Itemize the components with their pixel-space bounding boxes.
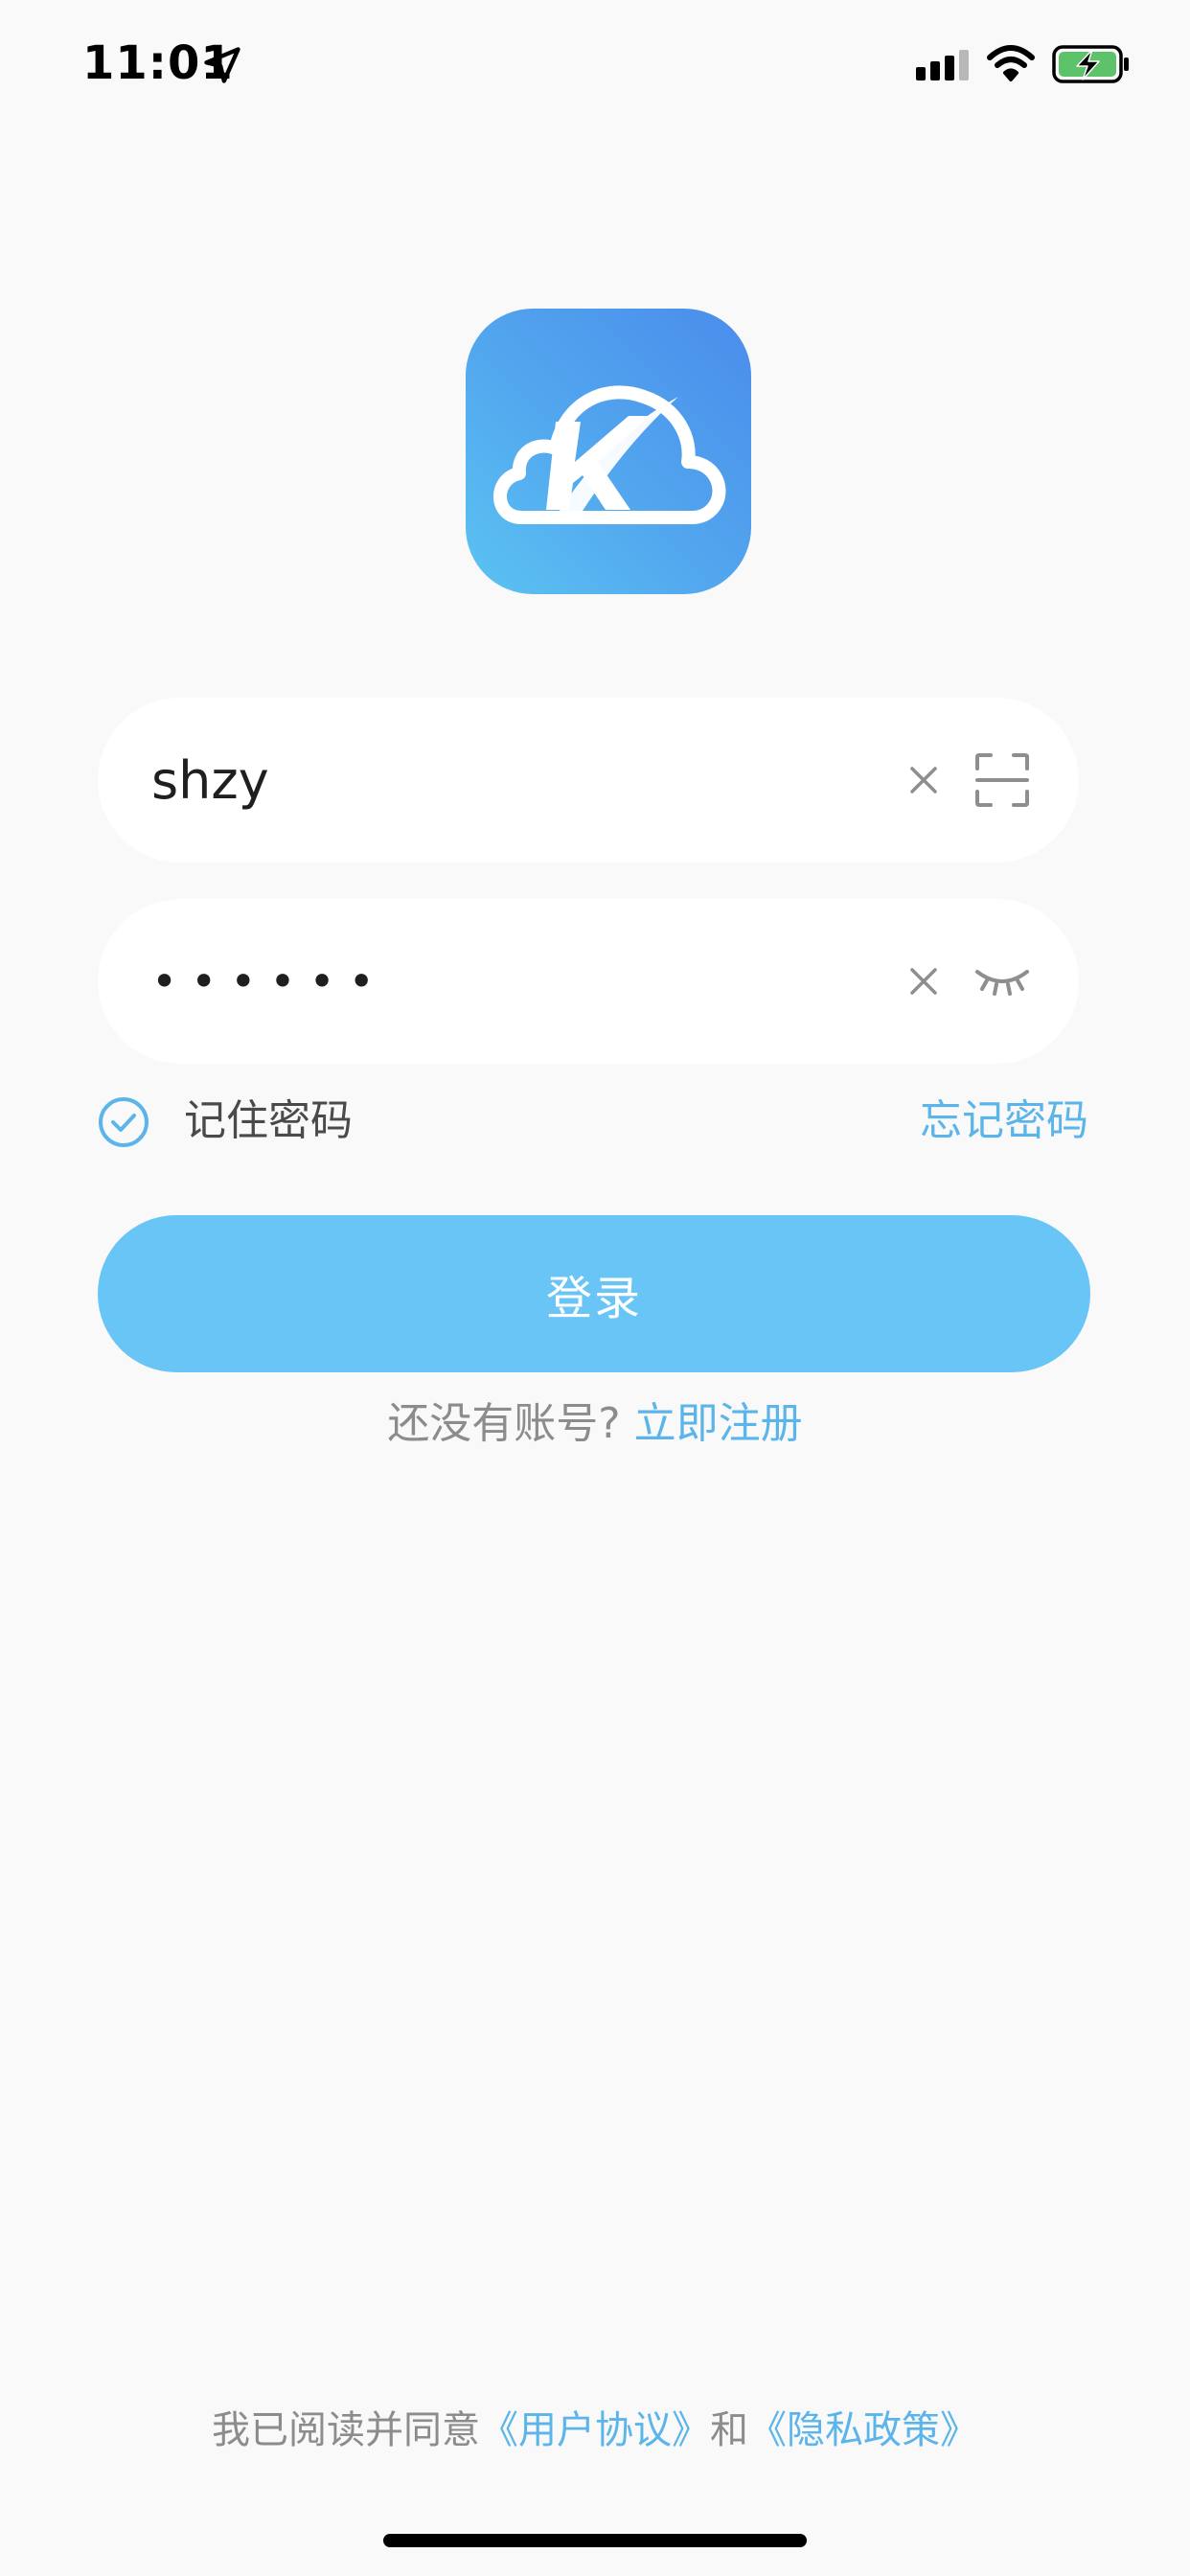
username-field-container <box>98 698 1079 862</box>
app-logo <box>466 309 751 594</box>
password-field-container <box>98 899 1079 1064</box>
clear-username-icon[interactable] <box>901 757 947 803</box>
home-indicator[interactable] <box>383 2534 807 2547</box>
agreement-text: 我已阅读并同意《用户协议》和《隐私政策》 <box>0 2404 1190 2457</box>
location-arrow-icon <box>204 47 240 83</box>
battery-charging-icon <box>1052 45 1129 83</box>
wifi-icon <box>987 45 1035 81</box>
agreement-conjunction: 和 <box>710 2408 748 2452</box>
user-agreement-link[interactable]: 《用户协议》 <box>480 2408 710 2452</box>
cloud-k-logo-icon <box>493 385 726 524</box>
scan-icon[interactable] <box>973 751 1031 809</box>
forgot-password-link[interactable]: 忘记密码 <box>920 1092 1088 1150</box>
login-button[interactable]: 登录 <box>98 1215 1090 1372</box>
register-prompt: 还没有账号? <box>387 1399 621 1448</box>
agreement-prefix: 我已阅读并同意 <box>212 2408 480 2452</box>
status-bar: 11:01 <box>0 0 1190 125</box>
username-input[interactable] <box>151 698 899 862</box>
remember-password-label[interactable]: 记住密码 <box>184 1092 353 1150</box>
eye-closed-icon[interactable] <box>973 960 1031 1002</box>
register-link[interactable]: 立即注册 <box>634 1399 803 1448</box>
register-line: 还没有账号? 立即注册 <box>0 1395 1190 1453</box>
privacy-policy-link[interactable]: 《隐私政策》 <box>748 2408 978 2452</box>
cellular-signal-icon <box>916 50 969 80</box>
remember-password-checkbox[interactable] <box>98 1096 149 1148</box>
password-input[interactable] <box>151 899 899 1064</box>
clear-password-icon[interactable] <box>901 958 947 1004</box>
